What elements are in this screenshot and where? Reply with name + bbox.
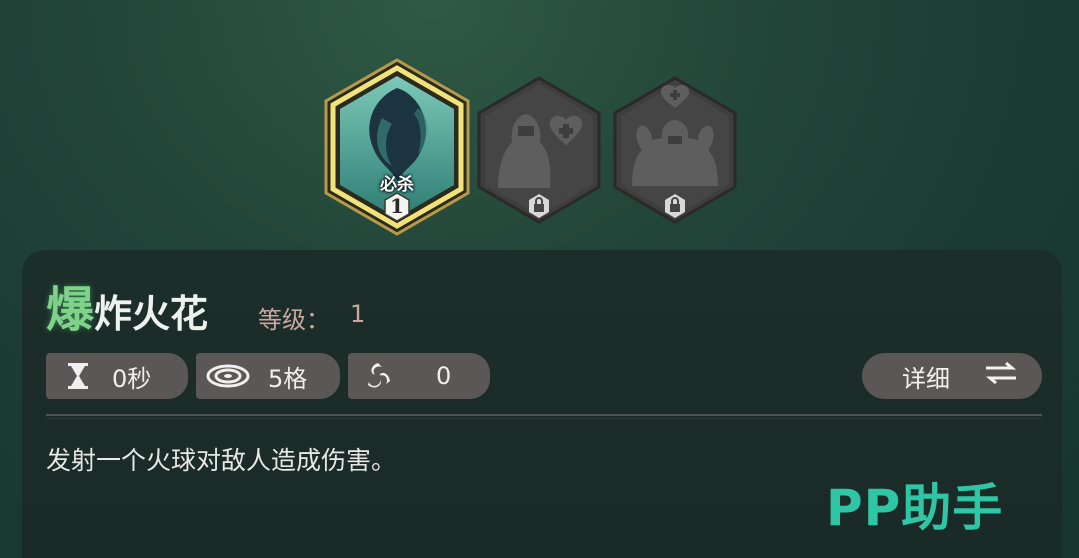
skill-selector: 必杀 1 <box>0 0 1079 250</box>
detail-button-label: 详细 <box>902 364 950 393</box>
skill-slot-selected[interactable]: 必杀 1 <box>322 58 472 236</box>
skill-rank-badge: 1 <box>384 192 410 222</box>
range-stat: 5格 <box>196 353 340 399</box>
skill-description: 发射一个火球对敌人造成伤害。 <box>46 446 397 475</box>
swap-arrows-icon <box>984 360 1018 392</box>
panel-divider <box>46 414 1042 416</box>
watermark: PP助手 <box>826 479 1004 537</box>
skill-title: 爆 炸火花 <box>46 270 208 340</box>
level-value: 1 <box>350 300 366 328</box>
skill-title-rest: 炸火花 <box>94 292 209 336</box>
swirl-icon <box>358 356 398 396</box>
range-value: 5格 <box>268 364 308 393</box>
range-rings-icon <box>202 356 254 396</box>
energy-value: 0 <box>436 362 452 390</box>
skill-slot-locked-2[interactable] <box>612 76 738 224</box>
cooldown-value: 0秒 <box>112 364 152 393</box>
skill-rank-value: 1 <box>390 194 404 218</box>
cooldown-stat: 0秒 <box>46 353 188 399</box>
hourglass-icon <box>58 356 98 396</box>
level-label: 等级： <box>258 306 330 334</box>
energy-stat: 0 <box>348 353 490 399</box>
skill-title-first-char: 爆 <box>46 282 95 338</box>
panel-divider-shadow <box>46 418 1042 419</box>
detail-button[interactable]: 详细 <box>862 353 1042 399</box>
skill-slot-locked-1[interactable] <box>476 76 602 224</box>
